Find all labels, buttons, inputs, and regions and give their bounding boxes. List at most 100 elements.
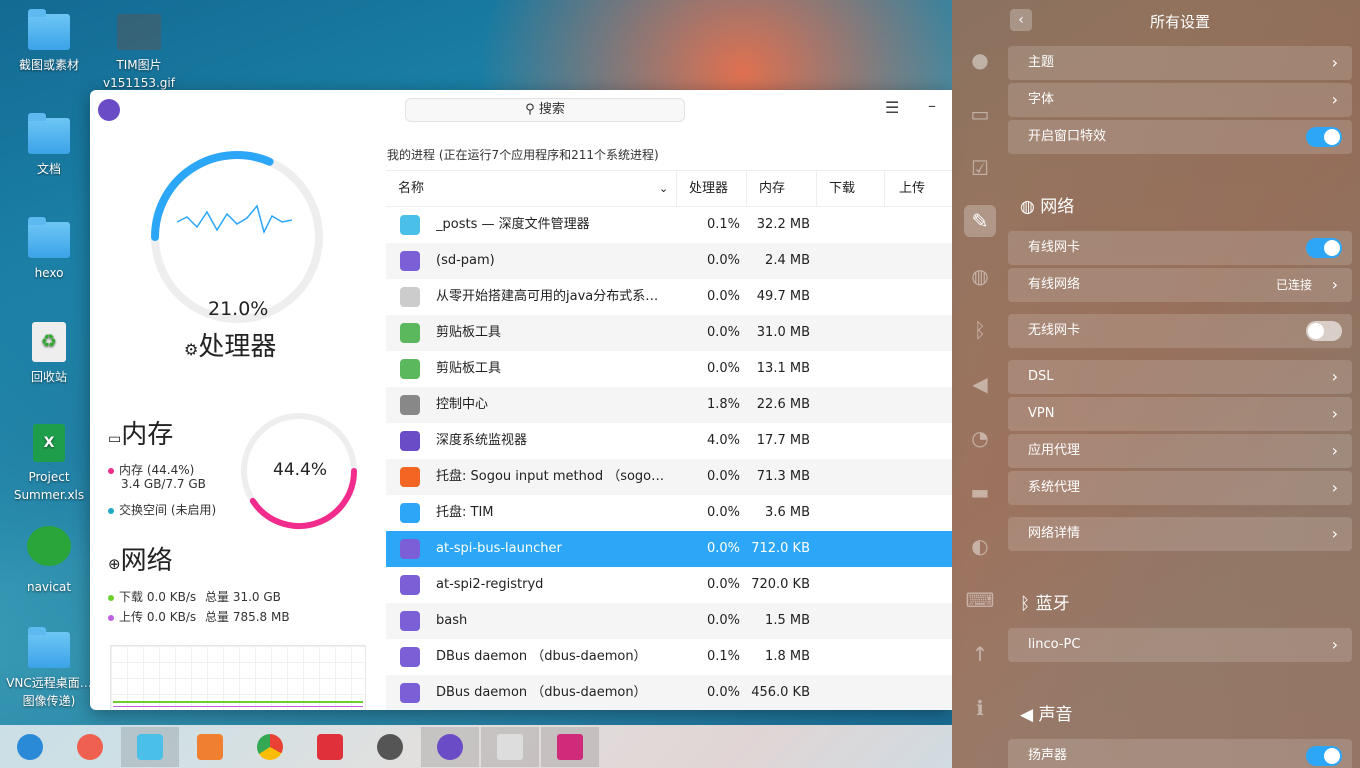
power-icon[interactable]: ▬ xyxy=(964,476,996,508)
sound-icon[interactable]: ◀ xyxy=(964,368,996,400)
table-row[interactable]: at-spi-bus-launcher 0.0% 712.0 KB xyxy=(386,531,952,567)
info-icon[interactable]: ℹ xyxy=(964,692,996,724)
process-name: 托盘: Sogou input method （sogo… xyxy=(436,469,665,484)
process-cpu: 1.8% xyxy=(706,397,740,412)
column-download[interactable]: 下载 xyxy=(816,171,884,207)
app-store-icon[interactable] xyxy=(181,727,239,767)
table-row[interactable]: 深度系统监视器 4.0% 17.7 MB xyxy=(386,423,952,459)
table-row[interactable]: at-spi2-registryd 0.0% 720.0 KB xyxy=(386,567,952,603)
process-memory: 1.5 MB xyxy=(765,613,810,628)
process-cpu: 0.0% xyxy=(706,577,740,592)
column-cpu[interactable]: 处理器 xyxy=(676,171,736,207)
file-manager-icon[interactable] xyxy=(121,727,179,767)
process-name: 从零开始搭建高可用的java分布式系… xyxy=(436,289,659,304)
process-name: DBus daemon （dbus-daemon） xyxy=(436,649,647,664)
process-name: 深度系统监视器 xyxy=(436,433,528,448)
process-memory: 712.0 KB xyxy=(751,541,810,556)
screen-recorder-icon[interactable] xyxy=(61,727,119,767)
system-monitor-app-icon xyxy=(98,99,120,121)
bluetooth-device-item[interactable]: linco-PC › xyxy=(1008,628,1352,662)
desktop-icon-trash[interactable]: ♻ 回收站 xyxy=(9,322,89,386)
speaker-icon: ◀ xyxy=(1020,705,1034,725)
font-item[interactable]: 字体 › xyxy=(1008,83,1352,117)
desktop-icon-hexo[interactable]: hexo xyxy=(9,217,89,282)
launcher-icon[interactable] xyxy=(1,727,59,767)
chrome-icon[interactable] xyxy=(241,727,299,767)
process-cpu: 4.0% xyxy=(706,433,740,448)
mouse-icon[interactable]: ◐ xyxy=(964,530,996,562)
chevron-right-icon: › xyxy=(1331,441,1338,460)
process-cpu: 0.0% xyxy=(706,289,740,304)
text-editor-taskbar-icon[interactable] xyxy=(481,727,539,767)
wired-card-toggle[interactable] xyxy=(1306,238,1342,258)
vpn-item[interactable]: VPN › xyxy=(1008,397,1352,431)
sort-chevron-icon[interactable]: ⌄ xyxy=(659,171,668,207)
taskbar xyxy=(0,725,952,768)
memory-percent: 44.4% xyxy=(273,460,328,480)
process-gear-icon xyxy=(400,575,420,595)
cpu-title: ⚙处理器 xyxy=(184,332,277,362)
desktop-icon-vnc[interactable]: VNC远程桌面…图像传递) xyxy=(4,627,94,710)
column-memory[interactable]: 内存 xyxy=(746,171,816,207)
wired-network-item[interactable]: 有线网络 已连接 › xyxy=(1008,268,1352,302)
chevron-right-icon: › xyxy=(1331,524,1338,543)
system-monitor-taskbar-icon[interactable] xyxy=(421,727,479,767)
wireless-card-toggle[interactable] xyxy=(1306,321,1342,341)
table-row[interactable]: 剪贴板工具 0.0% 13.1 MB xyxy=(386,351,952,387)
account-icon[interactable]: ● xyxy=(964,44,996,76)
bluetooth-icon[interactable]: ᛒ xyxy=(964,314,996,346)
dsl-item[interactable]: DSL › xyxy=(1008,360,1352,394)
network-icon[interactable]: ◍ xyxy=(964,260,996,292)
table-row[interactable]: _posts — 深度文件管理器 0.1% 32.2 MB xyxy=(386,207,952,243)
folder-link-icon xyxy=(28,217,70,258)
settings-gear-icon[interactable] xyxy=(361,727,419,767)
trash-icon: ♻ xyxy=(32,322,66,362)
network-title: ⊕网络 xyxy=(108,546,173,576)
column-upload[interactable]: 上传 xyxy=(884,171,952,207)
desktop-icon-xls[interactable]: X Project Summer.xls xyxy=(9,424,89,504)
column-name[interactable]: 名称 xyxy=(398,171,424,207)
intellij-icon[interactable] xyxy=(541,727,599,767)
table-row[interactable]: 从零开始搭建高可用的java分布式系… 0.0% 49.7 MB xyxy=(386,279,952,315)
system-proxy-item[interactable]: 系统代理 › xyxy=(1008,471,1352,505)
table-row[interactable]: DBus daemon （dbus-daemon） 0.1% 1.8 MB xyxy=(386,639,952,675)
chevron-right-icon: › xyxy=(1331,478,1338,497)
process-gear-icon xyxy=(400,539,420,559)
terminal-icon[interactable] xyxy=(301,727,359,767)
table-row[interactable]: (sd-pam) 0.0% 2.4 MB xyxy=(386,243,952,279)
window-effects-toggle[interactable] xyxy=(1306,127,1342,147)
window-effects-item: 开启窗口特效 xyxy=(1008,120,1352,154)
table-row[interactable]: bash 0.0% 1.5 MB xyxy=(386,603,952,639)
keyboard-icon[interactable]: ⌨ xyxy=(964,584,996,616)
search-input[interactable]: ⚲ 搜索 xyxy=(405,98,685,122)
defaults-icon[interactable]: ☑ xyxy=(964,152,996,184)
search-icon: ⚲ xyxy=(525,102,539,117)
personalization-icon[interactable]: ✎ xyxy=(964,205,996,237)
network-details-item[interactable]: 网络详情 › xyxy=(1008,517,1352,551)
desktop-icon-screenshots[interactable]: 截图或素材 xyxy=(9,9,89,74)
process-cpu: 0.0% xyxy=(706,685,740,700)
table-row[interactable]: 托盘: Sogou input method （sogo… 0.0% 71.3 MB xyxy=(386,459,952,495)
display-icon[interactable]: ▭ xyxy=(964,98,996,130)
minimize-button[interactable]: – xyxy=(928,96,936,115)
update-icon[interactable]: ↑ xyxy=(964,638,996,670)
download-rate: 下载 0.0 KB/s xyxy=(108,588,196,605)
settings-panel: ‹ 所有设置 ● ▭ ☑ ✎ ◍ ᛒ ◀ ◔ ▬ ◐ ⌨ ↑ ℹ 主题 › 字体 ›… xyxy=(952,0,1360,768)
desktop-icon-navicat[interactable]: navicat xyxy=(9,526,89,596)
table-row[interactable]: 剪贴板工具 0.0% 31.0 MB xyxy=(386,315,952,351)
download-line xyxy=(113,701,363,703)
table-header: 名称 ⌄ 处理器 内存 下载 上传 xyxy=(386,171,952,207)
table-row[interactable]: 控制中心 1.8% 22.6 MB xyxy=(386,387,952,423)
process-memory: 22.6 MB xyxy=(756,397,810,412)
table-row[interactable]: DBus daemon （dbus-daemon） 0.0% 456.0 KB xyxy=(386,675,952,710)
table-row[interactable]: 托盘: TIM 0.0% 3.6 MB xyxy=(386,495,952,531)
desktop-icon-documents[interactable]: 文档 xyxy=(9,113,89,178)
process-memory: 32.2 MB xyxy=(756,217,810,232)
clock-icon[interactable]: ◔ xyxy=(964,422,996,454)
process-gear-icon xyxy=(400,251,420,271)
speaker-toggle[interactable] xyxy=(1306,746,1342,766)
desktop-icon-tim-image[interactable]: TIM图片 v151153.gif xyxy=(99,14,179,92)
menu-icon[interactable]: ☰ xyxy=(885,98,899,117)
theme-item[interactable]: 主题 › xyxy=(1008,46,1352,80)
app-proxy-item[interactable]: 应用代理 › xyxy=(1008,434,1352,468)
